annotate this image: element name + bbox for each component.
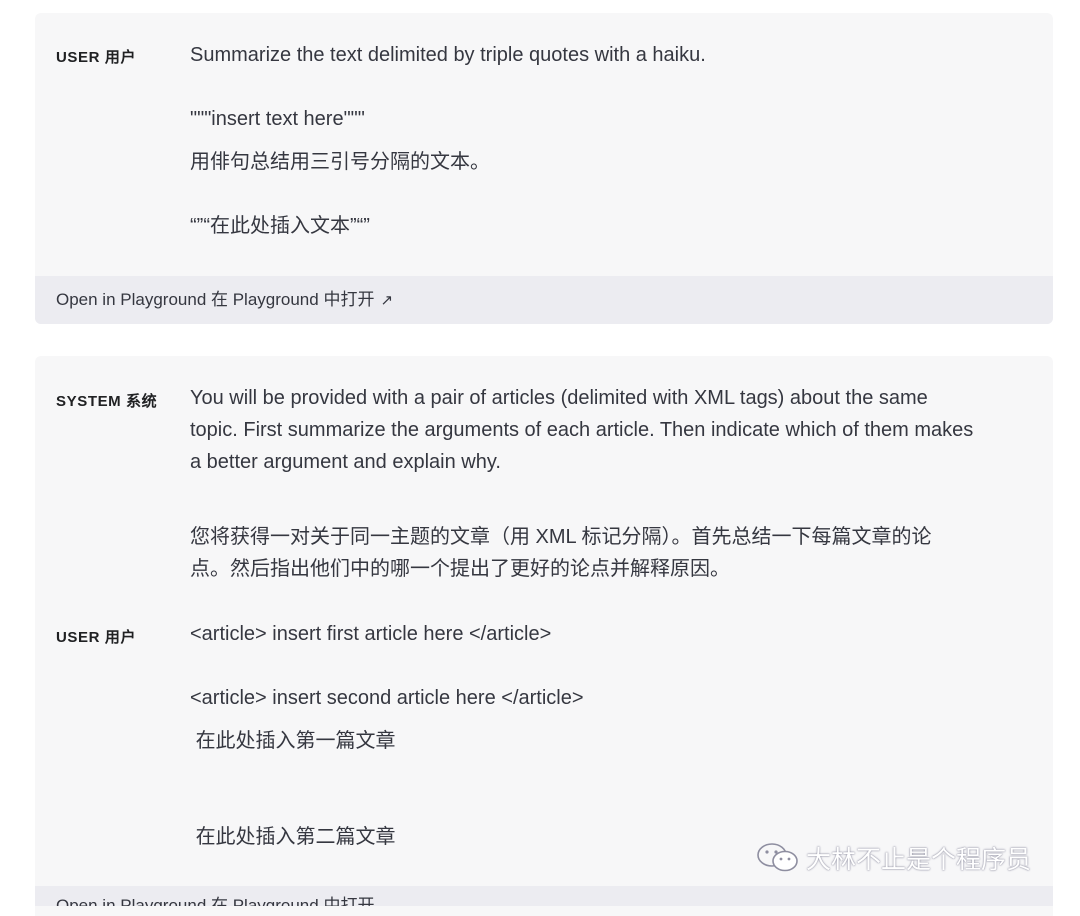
- message-line: 点。然后指出他们中的哪一个提出了更好的论点并解释原因。: [190, 558, 730, 580]
- message-line: <article> insert first article here </ar…: [190, 623, 552, 645]
- open-in-playground-link[interactable]: Open in Playground 在 Playground 中打开: [35, 886, 1053, 906]
- external-link-icon: ↗: [380, 292, 394, 309]
- message-line: <article> insert second article here </a…: [190, 687, 584, 709]
- open-in-playground-link[interactable]: Open in Playground 在 Playground 中打开 ↗: [35, 276, 1053, 324]
- watermark: 大林不止是个程序员: [756, 838, 1031, 878]
- message-line: 用俳句总结用三引号分隔的文本。: [190, 151, 490, 173]
- message-line: 在此处插入第一篇文章: [190, 730, 396, 752]
- prompt-example-card: USER 用户 Summarize the text delimited by …: [35, 13, 1053, 324]
- open-in-playground-label: Open in Playground 在 Playground 中打开: [56, 290, 375, 309]
- role-label-system: SYSTEM 系统: [56, 393, 158, 410]
- wechat-icon: [757, 843, 798, 872]
- role-label-user: USER 用户: [56, 49, 137, 66]
- message-line: Summarize the text delimited by triple q…: [190, 44, 706, 66]
- open-in-playground-label: Open in Playground 在 Playground 中打开: [56, 896, 375, 906]
- message-line: a better argument and explain why.: [190, 451, 501, 473]
- message-line: """insert text here""": [190, 108, 365, 130]
- message-line: topic. First summarize the arguments of …: [190, 419, 974, 441]
- role-label-user: USER 用户: [56, 629, 137, 646]
- watermark-text: 大林不止是个程序员: [806, 846, 1032, 874]
- message-line: You will be provided with a pair of arti…: [190, 387, 928, 409]
- message-line: 您将获得一对关于同一主题的文章（用 XML 标记分隔）。首先总结一下每篇文章的论: [190, 526, 932, 548]
- prompt-example-card: SYSTEM 系统 You will be provided with a pa…: [35, 356, 1053, 916]
- message-line: “”“在此处插入文本”“”: [190, 215, 370, 237]
